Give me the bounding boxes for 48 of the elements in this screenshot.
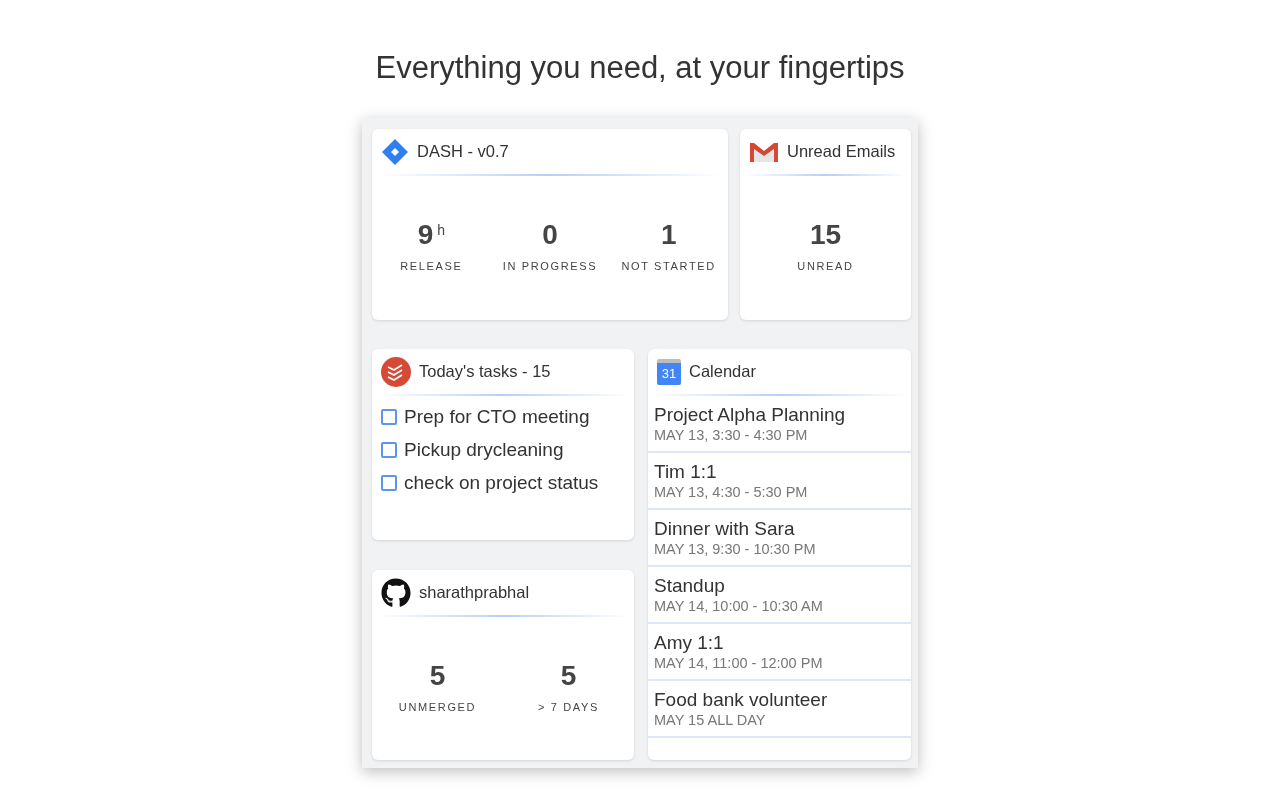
event-time: MAY 13, 9:30 - 10:30 PM [654,540,817,558]
event-title: Standup [654,574,726,597]
calendar-event[interactable]: Project Alpha Planning MAY 13, 3:30 - 4:30 PM [648,396,911,453]
task-text: Prep for CTO meeting [404,406,590,428]
card-title: Unread Emails [787,141,896,163]
stat-value: 1 [660,218,677,252]
task-checkbox[interactable] [381,442,397,458]
stat-value: 5 [429,658,446,693]
card-title: DASH - v0.7 [417,141,509,163]
calendar-event[interactable]: Food bank volunteer MAY 15 ALL DAY [648,681,911,738]
event-time: MAY 15 ALL DAY [654,711,767,729]
task-checkbox[interactable] [381,475,397,491]
stat-label: NOT STARTED [621,259,716,273]
event-title: Tim 1:1 [654,460,718,483]
stacked-layers-icon [381,356,411,387]
stat-label: UNMERGED [398,699,477,714]
page-heading: Everything you need, at your fingertips [375,49,905,87]
stat-unit: h [437,223,445,237]
event-time: MAY 13, 4:30 - 5:30 PM [654,483,809,501]
stat-value: 9 [417,218,434,252]
letter-m-icon [749,140,779,163]
event-time: MAY 13, 3:30 - 4:30 PM [654,426,809,444]
calendar-icon: 31 [657,358,681,385]
calendar-event[interactable]: Tim 1:1 MAY 13, 4:30 - 5:30 PM [648,453,911,510]
task-text: Pickup drycleaning [404,439,564,461]
card-title: sharathprabhal [419,582,530,604]
event-title: Amy 1:1 [654,631,725,654]
card-title: Today's tasks - 15 [419,361,551,383]
stat-label: UNREAD [797,259,854,273]
stat-value: 15 [809,218,842,252]
stat-label: > 7 DAYS [538,699,599,714]
stat-value: 5 [560,658,577,693]
diamond-icon [381,137,409,166]
stat-value: 0 [542,218,558,252]
event-time: MAY 14, 10:00 - 10:30 AM [654,597,824,615]
calendar-event[interactable]: Standup MAY 14, 10:00 - 10:30 AM [648,567,911,624]
card-title: Calendar [689,361,756,383]
cat-logo-icon [381,577,411,608]
stat-label: RELEASE [400,259,463,273]
task-text: check on project status [404,472,599,494]
event-title: Project Alpha Planning [654,403,847,426]
task-checkbox[interactable] [381,409,397,425]
event-title: Dinner with Sara [654,517,796,540]
stat-label: IN PROGRESS [502,259,598,273]
event-time: MAY 14, 11:00 - 12:00 PM [654,654,824,672]
calendar-event[interactable]: Amy 1:1 MAY 14, 11:00 - 12:00 PM [648,624,911,681]
calendar-event[interactable]: Dinner with Sara MAY 13, 9:30 - 10:30 PM [648,510,911,567]
event-title: Food bank volunteer [654,688,829,711]
